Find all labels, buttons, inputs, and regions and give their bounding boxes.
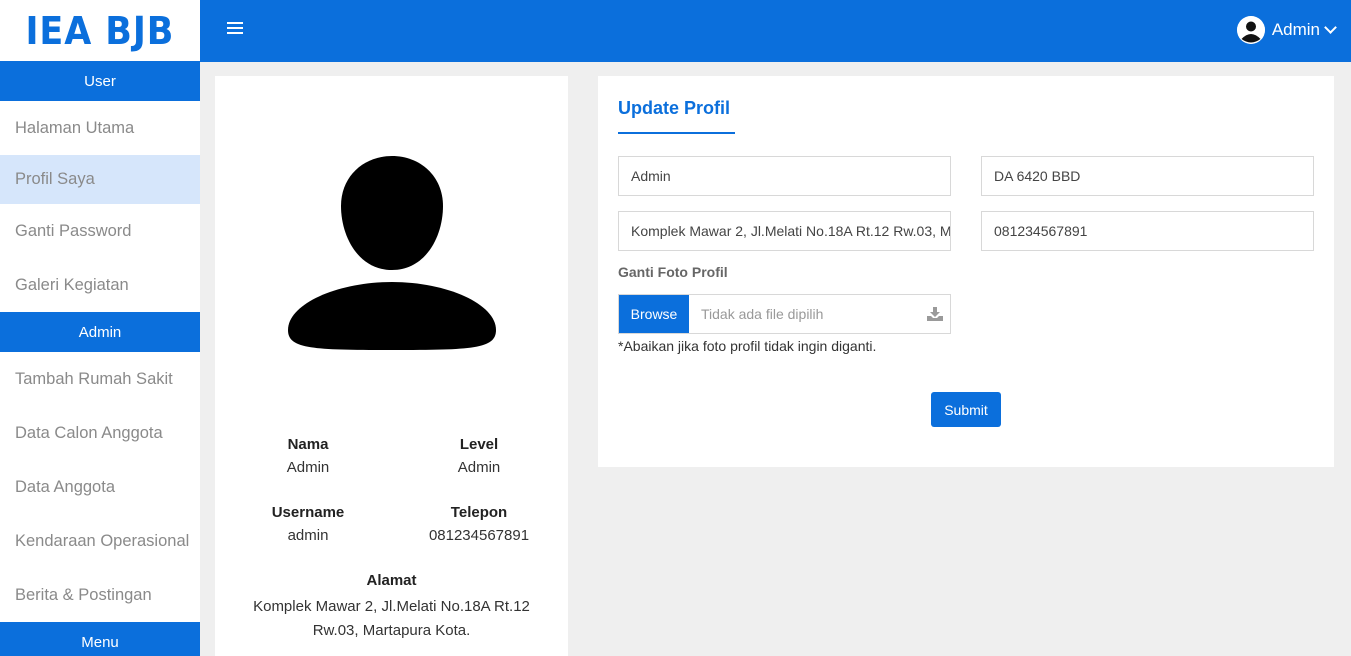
chevron-down-icon [1324,21,1337,34]
username-label: Username [271,504,345,521]
user-menu[interactable]: Admin [1236,16,1337,44]
brand-name: IEA BJB [25,8,175,53]
level-label: Level [459,436,499,453]
username-value: admin [287,527,329,544]
profile-telepon: Telepon 081234567891 [391,504,567,544]
photo-file-input[interactable]: Browse Tidak ada file dipilih [618,294,951,334]
photo-note: *Abaikan jika foto profil tidak ingin di… [618,338,877,354]
form-title: Update Profil [618,98,731,118]
form-title-underline [618,132,735,134]
profile-level: Level Admin [391,436,567,476]
submit-button[interactable]: Submit [931,392,1001,427]
topbar: Admin [200,0,1351,62]
hamburger-icon[interactable] [227,22,243,34]
sidebar-item-halaman-utama[interactable]: Halaman Utama [0,101,200,155]
profile-alamat: Alamat Komplek Mawar 2, Jl.Melati No.18A… [235,572,548,643]
level-value: Admin [457,459,501,476]
nama-value: Admin [286,459,330,476]
sidebar: IEA BJB User Halaman Utama Profil Saya G… [0,0,200,656]
sidebar-item-berita-postingan[interactable]: Berita & Postingan [0,568,200,622]
sidebar-section-user: User [0,61,200,101]
sidebar-item-data-calon-anggota[interactable]: Data Calon Anggota [0,406,200,460]
browse-button[interactable]: Browse [619,295,689,333]
sidebar-section-admin: Admin [0,312,200,352]
sidebar-item-tambah-rumah-sakit[interactable]: Tambah Rumah Sakit [0,352,200,406]
photo-file-label: Ganti Foto Profil [618,264,728,280]
plate-field[interactable]: DA 6420 BBD [981,156,1314,196]
sidebar-item-kendaraan-operasional[interactable]: Kendaraan Operasional [0,514,200,568]
upload-tray-icon [920,295,950,333]
brand-logo[interactable]: IEA BJB [0,0,200,61]
alamat-value: Komplek Mawar 2, Jl.Melati No.18A Rt.12 … [253,598,530,639]
sidebar-item-profil-saya[interactable]: Profil Saya [0,155,200,204]
phone-field[interactable]: 081234567891 [981,211,1314,251]
address-field[interactable]: Komplek Mawar 2, Jl.Melati No.18A Rt.12 … [618,211,951,251]
update-profile-form: Update Profil Admin DA 6420 BBD Komplek … [598,76,1334,467]
alamat-label: Alamat [366,572,417,589]
profile-username: Username admin [220,504,396,544]
sidebar-section-menu: Menu [0,622,200,656]
telepon-label: Telepon [450,504,508,521]
sidebar-item-galeri-kegiatan[interactable]: Galeri Kegiatan [0,258,200,312]
sidebar-item-ganti-password[interactable]: Ganti Password [0,204,200,258]
nama-label: Nama [287,436,329,453]
profile-nama: Nama Admin [220,436,396,476]
name-field[interactable]: Admin [618,156,951,196]
sidebar-item-data-anggota[interactable]: Data Anggota [0,460,200,514]
file-placeholder: Tidak ada file dipilih [701,306,824,322]
telepon-value: 081234567891 [428,527,530,544]
profile-card: Nama Admin Level Admin Username admin Te… [215,76,568,656]
user-menu-name: Admin [1271,20,1320,39]
profile-avatar-icon [287,154,497,354]
user-avatar-icon [1236,16,1265,44]
